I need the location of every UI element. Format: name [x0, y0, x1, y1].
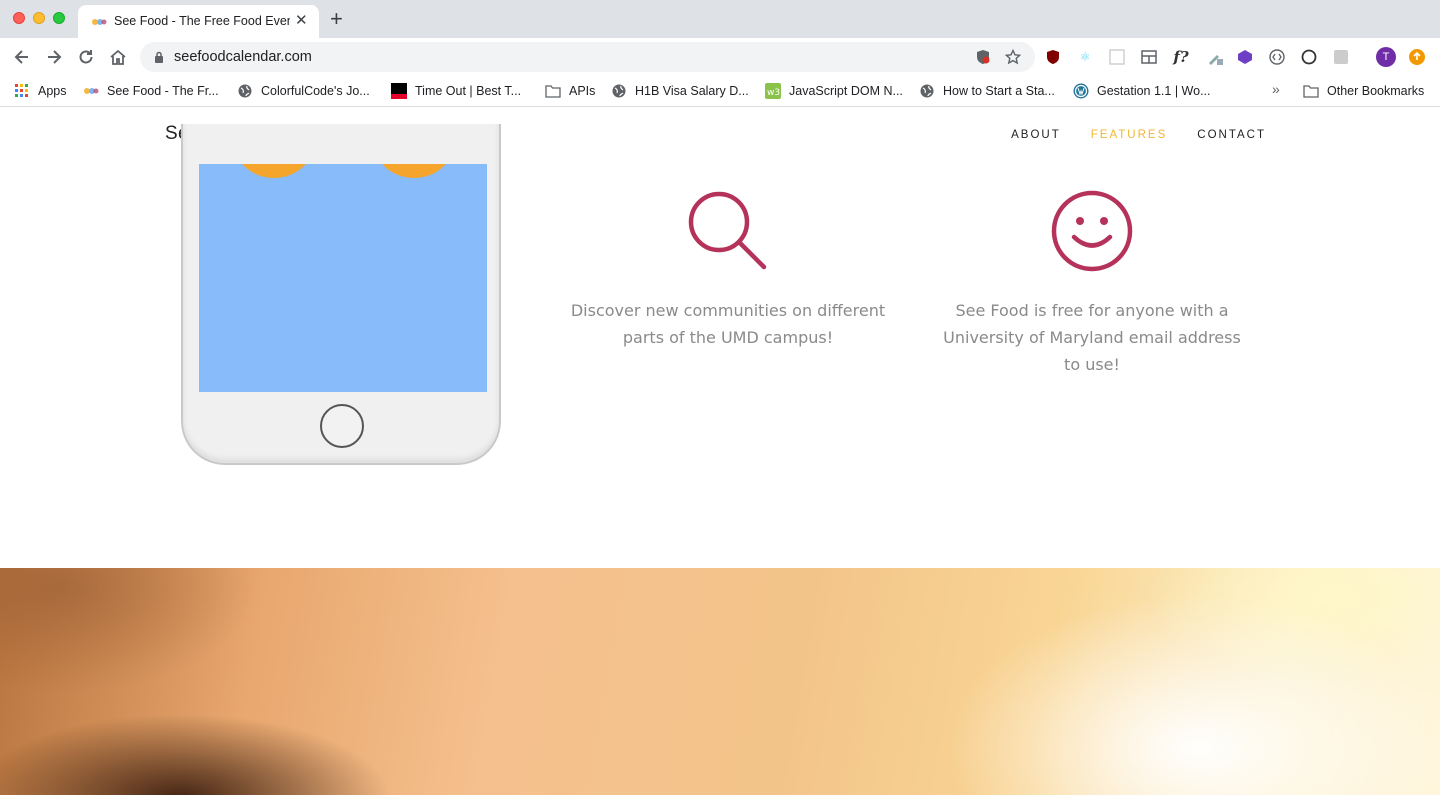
nav-about[interactable]: ABOUT — [1011, 129, 1061, 141]
maximize-window-button[interactable] — [53, 12, 65, 24]
bookmark-apps[interactable]: Apps — [14, 81, 67, 101]
feature-text-line: to use! — [1064, 355, 1120, 374]
home-icon — [110, 49, 126, 65]
globe-icon — [611, 83, 627, 99]
screen-decor-left — [233, 164, 315, 178]
bookmarks-bar: Apps See Food - The Fr... ColorfulCode's… — [0, 76, 1440, 107]
bookmark-colorfulcode[interactable]: ColorfulCode's Jo... — [237, 81, 370, 101]
browser-toolbar: seefoodcalendar.com ⚛ f? T — [0, 38, 1440, 76]
screen-decor-right — [373, 164, 455, 178]
layout-extension-icon[interactable] — [1140, 48, 1158, 66]
site-nav: ABOUT FEATURES CONTACT — [981, 129, 1266, 141]
feature-text-line: See Food is free for anyone with a — [955, 301, 1229, 320]
seefood-favicon-icon — [92, 19, 107, 25]
ublock-extension-icon[interactable] — [1044, 48, 1062, 66]
forward-button[interactable] — [43, 46, 65, 68]
bookmark-h1b[interactable]: H1B Visa Salary D... — [611, 81, 749, 101]
phone-home-button — [320, 404, 364, 448]
bookmark-label: Gestation 1.1 | Wo... — [1097, 84, 1211, 98]
nav-contact[interactable]: CONTACT — [1197, 129, 1266, 141]
back-button[interactable] — [11, 46, 33, 68]
hero-food-image — [0, 568, 1440, 795]
address-bar[interactable]: seefoodcalendar.com — [140, 42, 1035, 72]
bookmark-seefood[interactable]: See Food - The Fr... — [83, 81, 219, 101]
nav-features[interactable]: FEATURES — [1091, 129, 1168, 141]
update-icon[interactable] — [1408, 48, 1426, 66]
feature-text-line: parts of the UMD campus! — [622, 328, 834, 347]
bookmark-label: ColorfulCode's Jo... — [261, 84, 370, 98]
font-finder-icon[interactable]: f? — [1172, 48, 1190, 66]
bookmark-label: Apps — [38, 84, 67, 98]
wordpress-icon — [1073, 83, 1089, 99]
other-bookmarks-folder[interactable]: Other Bookmarks — [1303, 81, 1424, 101]
bookmark-label: How to Start a Sta... — [943, 84, 1055, 98]
feature-text-line: Discover new communities on different — [570, 301, 886, 320]
tab-title: See Food - The Free Food Events — [114, 14, 290, 28]
profile-avatar[interactable]: T — [1376, 47, 1396, 67]
w3-favicon-icon: w3 — [765, 83, 781, 99]
extension-tile-icon[interactable] — [1332, 48, 1350, 66]
back-arrow-icon — [14, 50, 28, 64]
feature-free: See Food is free for anyone with a Unive… — [912, 188, 1272, 378]
globe-icon — [919, 83, 935, 99]
feature-discover: Discover new communities on different pa… — [548, 188, 908, 351]
lock-icon — [155, 51, 163, 63]
close-window-button[interactable] — [13, 12, 25, 24]
active-tab[interactable]: See Food - The Free Food Events ✕ — [78, 5, 319, 38]
bookmark-start-a-startup[interactable]: How to Start a Sta... — [919, 81, 1055, 101]
phone-body — [181, 124, 501, 465]
eyedropper-icon[interactable] — [1206, 48, 1224, 66]
reload-icon — [79, 50, 93, 64]
shield-blocked-icon[interactable] — [975, 49, 991, 65]
folder-icon — [1303, 83, 1319, 99]
smiley-icon — [1051, 190, 1133, 272]
feature-text-line: University of Maryland email address — [943, 328, 1241, 347]
bookmark-label: Other Bookmarks — [1327, 84, 1425, 98]
tab-strip: See Food - The Free Food Events ✕ + — [0, 0, 1440, 38]
bookmark-label: APIs — [569, 84, 596, 98]
phone-mockup — [181, 124, 501, 465]
extension-grid-icon[interactable] — [1108, 48, 1126, 66]
url-text: seefoodcalendar.com — [174, 49, 312, 65]
bookmark-apis-folder[interactable]: APIs — [545, 81, 595, 101]
timeout-favicon-icon — [391, 83, 407, 99]
bookmark-label: H1B Visa Salary D... — [635, 84, 749, 98]
star-icon[interactable] — [1005, 49, 1021, 65]
reload-button[interactable] — [75, 46, 97, 68]
bookmark-label: Time Out | Best T... — [415, 84, 522, 98]
bookmark-label: See Food - The Fr... — [107, 84, 219, 98]
react-devtools-icon[interactable]: ⚛ — [1076, 48, 1094, 66]
bookmark-label: JavaScript DOM N... — [789, 84, 903, 98]
bookmark-gestation[interactable]: Gestation 1.1 | Wo... — [1073, 81, 1211, 101]
page-viewport: See Food ABOUT FEATURES CONTACT Discover… — [0, 108, 1440, 795]
globe-icon — [237, 83, 253, 99]
phone-screen — [199, 164, 487, 392]
folder-icon — [545, 83, 561, 99]
code-extension-icon[interactable] — [1268, 48, 1286, 66]
seefood-favicon-icon — [83, 83, 99, 99]
bookmark-timeout[interactable]: Time Out | Best T... — [391, 81, 521, 101]
tab-close-icon[interactable]: ✕ — [295, 11, 308, 29]
circle-extension-icon[interactable] — [1300, 48, 1318, 66]
apps-grid-icon — [14, 83, 30, 99]
new-tab-button[interactable]: + — [330, 8, 343, 30]
home-button[interactable] — [107, 46, 129, 68]
more-bookmarks-chevron-icon[interactable]: » — [1272, 81, 1280, 97]
forward-arrow-icon — [48, 50, 62, 64]
svg-text:w3: w3 — [767, 88, 780, 98]
bookmark-javascript-dom[interactable]: w3 JavaScript DOM N... — [765, 81, 903, 101]
magnifier-icon — [688, 191, 767, 270]
minimize-window-button[interactable] — [33, 12, 45, 24]
cube-extension-icon[interactable] — [1236, 48, 1254, 66]
